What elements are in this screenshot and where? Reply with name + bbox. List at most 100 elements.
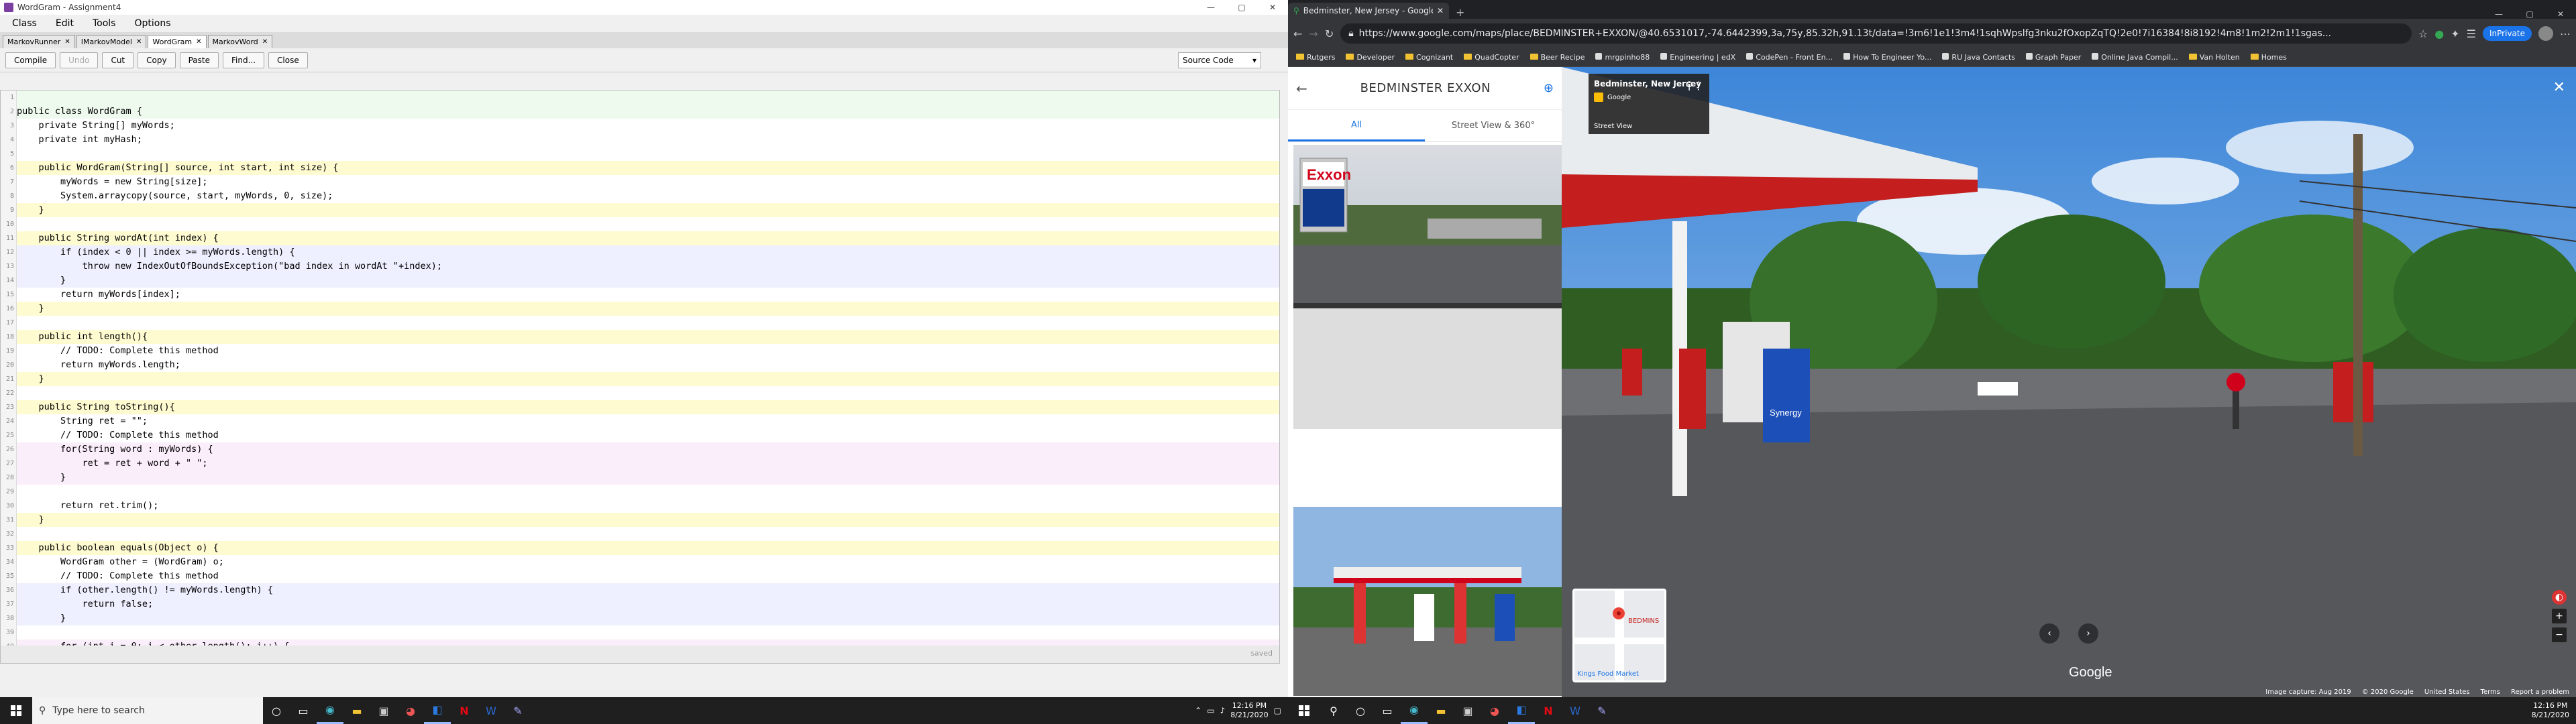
windows-start-icon[interactable] bbox=[1299, 705, 1309, 716]
close-tab-icon[interactable]: ✕ bbox=[64, 38, 70, 46]
bookmark-item[interactable]: How To Engineer Yo... bbox=[1843, 53, 1931, 62]
store-icon[interactable]: ▣ bbox=[370, 697, 397, 724]
more-options-icon[interactable]: ⋮ bbox=[1693, 79, 1704, 92]
code-line[interactable]: 11 public String wordAt(int index) { bbox=[6, 231, 1279, 245]
report-problem-link[interactable]: Report a problem bbox=[2511, 688, 2569, 696]
taskbar-clock[interactable]: 12:16 PM 8/21/2020 bbox=[1230, 701, 1268, 720]
close-street-view-icon[interactable]: ✕ bbox=[2553, 79, 2565, 96]
store-icon[interactable]: ▣ bbox=[1454, 697, 1481, 724]
bookmark-item[interactable]: Cognizant bbox=[1405, 53, 1453, 62]
back-arrow-icon[interactable]: ← bbox=[1296, 80, 1307, 97]
bookmark-item[interactable]: QuadCopter bbox=[1464, 53, 1519, 62]
horizontal-scrollbar[interactable]: saved bbox=[1, 646, 1279, 663]
task-view-icon[interactable]: ▭ bbox=[290, 697, 317, 724]
code-line[interactable]: 5 bbox=[10, 147, 1279, 161]
tab-imarkovmodel[interactable]: IMarkovModel ✕ bbox=[76, 35, 147, 48]
search-icon[interactable]: ⚲ bbox=[1320, 697, 1347, 724]
code-line[interactable]: 29 bbox=[6, 485, 1279, 499]
photo-thumbnail-1[interactable]: Exxon bbox=[1293, 145, 1562, 308]
menu-class[interactable]: Class bbox=[3, 18, 46, 29]
compile-button[interactable]: Compile bbox=[5, 52, 56, 68]
minimize-button[interactable]: — bbox=[1195, 3, 1226, 12]
find-button[interactable]: Find... bbox=[222, 52, 265, 68]
notification-icon[interactable]: ▢ bbox=[1274, 706, 1281, 715]
nav-arrow-left[interactable]: ‹ bbox=[2039, 623, 2059, 644]
menu-edit[interactable]: Edit bbox=[46, 18, 83, 29]
minimize-button[interactable]: — bbox=[2483, 9, 2514, 19]
close-tab-icon[interactable]: ✕ bbox=[196, 38, 201, 46]
chevron-up-icon[interactable]: ⌃ bbox=[1195, 706, 1201, 715]
terms-link[interactable]: Terms bbox=[2481, 688, 2500, 696]
code-line[interactable]: 19 // TODO: Complete this method bbox=[6, 344, 1279, 358]
code-line[interactable]: 8 System.arraycopy(source, start, myWord… bbox=[10, 189, 1279, 203]
code-line[interactable]: 3 private String[] myWords; bbox=[10, 119, 1279, 133]
add-photo-icon[interactable]: ⊕ bbox=[1544, 81, 1554, 95]
task-view-icon[interactable]: ▭ bbox=[1374, 697, 1401, 724]
code-line[interactable]: 1 bbox=[10, 90, 1279, 105]
bookmark-item[interactable]: Beer Recipe bbox=[1529, 53, 1585, 62]
code-line[interactable]: 39 bbox=[6, 625, 1279, 640]
tab-markovword[interactable]: MarkovWord ✕ bbox=[207, 35, 273, 48]
code-line[interactable]: 31 } bbox=[6, 513, 1279, 527]
code-line[interactable]: 15 return myWords[index]; bbox=[6, 288, 1279, 302]
tab-all[interactable]: All bbox=[1288, 110, 1425, 141]
code-line[interactable]: 23 public String toString(){ bbox=[6, 400, 1279, 414]
bookmark-item[interactable]: Engineering | edX bbox=[1660, 53, 1735, 62]
favorites-icon[interactable]: ☰ bbox=[2467, 27, 2476, 40]
word-icon[interactable]: W bbox=[478, 697, 504, 724]
code-line[interactable]: 27 ret = ret + word + " "; bbox=[6, 457, 1279, 471]
chrome-icon[interactable]: ◕ bbox=[397, 697, 424, 724]
reload-icon[interactable]: ↻ bbox=[1325, 27, 1334, 40]
menu-tools[interactable]: Tools bbox=[83, 18, 125, 29]
file-explorer-icon[interactable]: ▬ bbox=[1428, 697, 1454, 724]
new-tab-button[interactable]: + bbox=[1449, 6, 1471, 19]
undo-button[interactable]: Undo bbox=[60, 52, 99, 68]
code-line[interactable]: 26 for(String word : myWords) { bbox=[6, 442, 1279, 457]
bookmark-item[interactable]: Rutgers bbox=[1296, 53, 1335, 62]
pin-icon[interactable]: ⚲ bbox=[1685, 79, 1693, 92]
bookmark-item[interactable]: mrgpinho88 bbox=[1595, 53, 1650, 62]
code-area[interactable]: 1 2 public class WordGram {3 private Strin… bbox=[6, 90, 1279, 663]
cortana-icon[interactable]: ○ bbox=[263, 697, 290, 724]
street-view-pane[interactable]: Synergy Bedminster, New Jersey Google ⚲ … bbox=[1562, 67, 2576, 697]
outlook-icon[interactable]: ◧ bbox=[1508, 697, 1535, 724]
bluej-taskbar-icon[interactable]: ✎ bbox=[1589, 697, 1615, 724]
netflix-icon[interactable]: N bbox=[1535, 697, 1562, 724]
close-tab-icon[interactable]: ✕ bbox=[262, 38, 268, 46]
edge-icon[interactable]: ◉ bbox=[317, 697, 343, 724]
network-icon[interactable]: ▭ bbox=[1207, 706, 1214, 715]
code-line[interactable]: 18 public int length(){ bbox=[6, 330, 1279, 344]
menu-dots-icon[interactable]: ⋯ bbox=[2560, 27, 2571, 40]
code-line[interactable]: 38 } bbox=[6, 611, 1279, 625]
minimap[interactable]: BEDMINS Kings Food Market bbox=[1572, 589, 1666, 682]
windows-start-icon[interactable] bbox=[11, 705, 21, 716]
code-line[interactable]: 2 public class WordGram { bbox=[10, 105, 1279, 119]
photo-thumbnail-3[interactable] bbox=[1293, 507, 1562, 696]
code-line[interactable]: 34 WordGram other = (WordGram) o; bbox=[6, 555, 1279, 569]
taskbar-search-input[interactable]: ⚲ Type here to search bbox=[32, 697, 263, 724]
zoom-out-button[interactable]: − bbox=[2552, 627, 2567, 642]
taskbar-clock[interactable]: 12:16 PM 8/21/2020 bbox=[2532, 701, 2569, 720]
maximize-button[interactable]: ▢ bbox=[1226, 3, 1257, 12]
paste-button[interactable]: Paste bbox=[179, 52, 219, 68]
nav-arrow-right[interactable]: › bbox=[2078, 623, 2098, 644]
avatar[interactable] bbox=[2538, 26, 2553, 41]
bluej-taskbar-icon[interactable]: ✎ bbox=[504, 697, 531, 724]
inprivate-badge[interactable]: InPrivate bbox=[2483, 26, 2532, 41]
code-line[interactable]: 37 return false; bbox=[6, 597, 1279, 611]
word-icon[interactable]: W bbox=[1562, 697, 1589, 724]
code-line[interactable]: 17 bbox=[6, 316, 1279, 330]
code-line[interactable]: 9 } bbox=[10, 203, 1279, 217]
address-bar[interactable]: 🔒︎ https://www.google.com/maps/place/BED… bbox=[1340, 23, 2412, 44]
volume-icon[interactable]: ♪ bbox=[1220, 706, 1226, 715]
code-line[interactable]: 24 String ret = ""; bbox=[6, 414, 1279, 428]
forward-icon[interactable]: → bbox=[1309, 27, 1318, 40]
code-line[interactable]: 13 throw new IndexOutOfBoundsException("… bbox=[6, 259, 1279, 274]
view-select[interactable]: Source Code ▾ bbox=[1178, 52, 1261, 68]
cortana-icon[interactable]: ○ bbox=[1347, 697, 1374, 724]
edge-icon[interactable]: ◉ bbox=[1401, 697, 1428, 724]
extensions-icon[interactable]: ✦ bbox=[2451, 27, 2459, 40]
chrome-icon[interactable]: ◕ bbox=[1481, 697, 1508, 724]
code-line[interactable]: 7 myWords = new String[size]; bbox=[10, 175, 1279, 189]
code-line[interactable]: 30 return ret.trim(); bbox=[6, 499, 1279, 513]
